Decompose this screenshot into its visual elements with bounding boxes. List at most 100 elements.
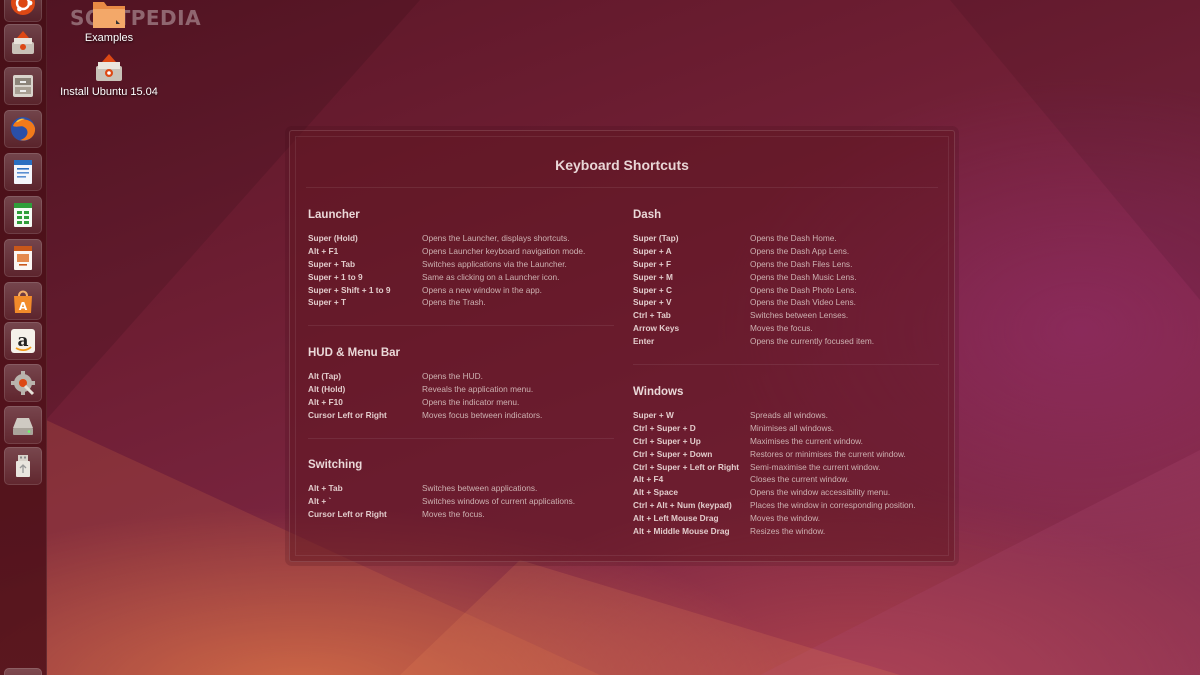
shortcut-key: Super + A — [633, 245, 672, 256]
launcher-installer[interactable] — [4, 24, 42, 62]
shortcut-key: Ctrl + Super + Up — [633, 435, 701, 446]
launcher-trash[interactable] — [4, 668, 42, 675]
launcher-system-settings[interactable] — [4, 364, 42, 402]
shortcut-description: Places the window in corresponding posit… — [750, 500, 916, 511]
installer-icon — [8, 28, 38, 58]
shortcut-description: Opens the window accessibility menu. — [750, 487, 891, 498]
shortcut-key: Alt + Left Mouse Drag — [633, 513, 719, 524]
shortcut-key: Super + W — [633, 410, 674, 420]
shortcut-key: Arrow Keys — [633, 323, 680, 334]
shortcut-description: Moves the window. — [750, 513, 821, 524]
shortcut-description: Opens the Dash Video Lens. — [750, 297, 856, 308]
desktop-icon-label: Examples — [84, 32, 134, 44]
file-cabinet-icon — [8, 71, 38, 101]
shopping-bag-icon: A — [8, 286, 38, 316]
shortcut-description: Closes the current window. — [750, 474, 850, 485]
shortcut-row: Ctrl + Super + D Minimises all windows. — [633, 422, 943, 435]
shortcut-description: Same as clicking on a Launcher icon. — [422, 271, 560, 282]
shortcut-key: Alt (Hold) — [308, 383, 346, 394]
ubuntu-logo-icon — [9, 0, 37, 17]
shortcut-description: Opens the Trash. — [422, 297, 486, 308]
shortcut-row: Super + V Opens the Dash Video Lens. — [633, 296, 933, 309]
shortcut-description: Resizes the window. — [750, 526, 826, 537]
shortcut-key: Super + 1 to 9 — [308, 271, 363, 282]
drive-icon — [8, 410, 38, 440]
shortcut-row: Super + A Opens the Dash App Lens. — [633, 245, 933, 258]
launcher-files[interactable] — [4, 67, 42, 105]
shortcut-description: Opens the Dash Music Lens. — [750, 271, 857, 282]
shortcut-description: Reveals the application menu. — [422, 383, 534, 394]
shortcut-row: Alt + F10 Opens the indicator menu. — [308, 396, 608, 409]
launcher-dash-home[interactable] — [4, 0, 42, 22]
launcher-drive[interactable] — [4, 406, 42, 444]
section-heading: Windows — [633, 386, 684, 398]
shortcut-key: Enter — [633, 336, 655, 347]
shortcut-key: Super + V — [633, 297, 672, 308]
launcher-calc[interactable] — [4, 196, 42, 234]
shortcut-row: Enter Opens the currently focused item. — [633, 335, 933, 348]
section-switching: Switching Alt + Tab Switches between appl… — [308, 459, 608, 521]
shortcut-description: Opens Launcher keyboard navigation mode. — [422, 245, 586, 256]
shortcut-row: Super + M Opens the Dash Music Lens. — [633, 271, 933, 284]
installer-icon — [58, 52, 160, 84]
shortcut-key: Ctrl + Super + Left or Right — [633, 461, 740, 472]
shortcut-description: Semi-maximise the current window. — [750, 461, 881, 472]
shortcut-row: Alt + Left Mouse Drag Moves the window. — [633, 512, 943, 525]
launcher-writer[interactable] — [4, 153, 42, 191]
shortcut-description: Maximises the current window. — [750, 435, 863, 446]
shortcut-key: Alt + F4 — [633, 474, 664, 485]
shortcut-row: Cursor Left or Right Moves the focus. — [308, 508, 608, 521]
shortcut-key: Ctrl + Alt + Num (keypad) — [633, 500, 732, 511]
shortcut-description: Opens the Launcher, displays shortcuts. — [422, 233, 570, 243]
launcher-amazon[interactable]: a — [4, 322, 42, 360]
amazon-icon: a — [8, 326, 38, 356]
launcher-software-center[interactable]: A — [4, 282, 42, 320]
shortcut-description: Opens the indicator menu. — [422, 396, 520, 407]
section-divider — [633, 364, 939, 365]
usb-drive-icon — [8, 451, 38, 481]
shortcut-row: Alt + F1 Opens Launcher keyboard navigati… — [308, 245, 608, 258]
shortcut-description: Restores or minimises the current window… — [750, 448, 906, 459]
shortcut-description: Moves focus between indicators. — [422, 409, 543, 420]
keyboard-shortcuts-overlay: Keyboard Shortcuts Launcher Super (Hold)… — [289, 130, 955, 562]
section-divider — [308, 438, 614, 439]
shortcut-key: Ctrl + Super + Down — [633, 448, 713, 459]
shortcut-key: Alt + ` — [308, 495, 332, 506]
shortcut-description: Opens the HUD. — [422, 371, 483, 381]
shortcut-row: Super + Shift + 1 to 9 Opens a new window… — [308, 284, 608, 297]
section-launcher: Launcher Super (Hold) Opens the Launcher,… — [308, 209, 608, 309]
section-divider — [308, 325, 614, 326]
shortcut-key: Alt (Tap) — [308, 371, 342, 381]
shortcut-description: Switches windows of current applications… — [422, 495, 576, 506]
shortcut-key: Ctrl + Super + D — [633, 422, 696, 433]
desktop-icon-label: Install Ubuntu 15.04 — [60, 86, 158, 98]
launcher-impress[interactable] — [4, 239, 42, 277]
panel-title: Keyboard Shortcuts — [555, 157, 689, 173]
launcher-usb[interactable] — [4, 447, 42, 485]
shortcut-description: Opens the Dash Home. — [750, 233, 837, 243]
shortcut-description: Minimises all windows. — [750, 422, 834, 433]
presentation-icon — [8, 243, 38, 273]
shortcut-row: Super + W Spreads all windows. — [633, 409, 943, 422]
shortcut-key: Super + Shift + 1 to 9 — [308, 284, 391, 295]
launcher: A a — [0, 0, 47, 675]
desktop-icon-examples[interactable]: Examples — [78, 0, 140, 44]
shortcut-row: Cursor Left or Right Moves focus between … — [308, 409, 608, 422]
shortcut-key: Ctrl + Tab — [633, 310, 671, 321]
shortcut-key: Super + T — [308, 297, 347, 308]
shortcut-row: Super + 1 to 9 Same as clicking on a Laun… — [308, 271, 608, 284]
shortcut-description: Opens the Dash Files Lens. — [750, 258, 853, 269]
section-heading: Launcher — [308, 209, 360, 221]
section-hud-menu-bar: HUD & Menu Bar Alt (Tap) Opens the HUD. A… — [308, 347, 608, 422]
shortcut-description: Moves the focus. — [750, 323, 813, 334]
shortcut-key: Super (Hold) — [308, 233, 358, 243]
shortcut-row: Super + Tab Switches applications via the… — [308, 258, 608, 271]
shortcut-row: Ctrl + Super + Left or Right Semi-maximis… — [633, 461, 943, 474]
shortcut-key: Super + M — [633, 271, 673, 282]
section-dash: Dash Super (Tap) Opens the Dash Home. Sup… — [633, 209, 933, 348]
shortcut-row: Alt (Tap) Opens the HUD. — [308, 370, 608, 383]
launcher-firefox[interactable] — [4, 110, 42, 148]
desktop-icon-install-ubuntu[interactable]: Install Ubuntu 15.04 — [58, 52, 160, 98]
shortcut-row: Alt + F4 Closes the current window. — [633, 473, 943, 486]
shortcut-key: Alt + Tab — [308, 483, 343, 493]
